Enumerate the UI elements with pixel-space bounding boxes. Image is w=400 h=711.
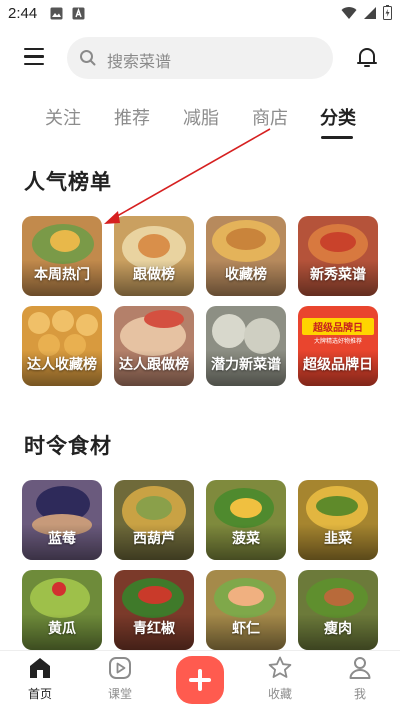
popular-tile[interactable]: 潜力新菜谱: [206, 306, 286, 386]
tile-label: 超级品牌日: [303, 357, 373, 373]
nav-home-label: 首页: [27, 687, 52, 701]
nav-me-label: 我: [353, 687, 366, 701]
tile-label: 跟做榜: [133, 267, 175, 283]
seasonal-tile[interactable]: 黄瓜: [22, 570, 102, 650]
battery-icon: [383, 5, 392, 20]
popular-tile[interactable]: 达人收藏榜: [22, 306, 102, 386]
search-input[interactable]: 搜索菜谱: [67, 37, 333, 79]
seasonal-tile[interactable]: 虾仁: [206, 570, 286, 650]
promo-banner-subtext: 大牌精选好物推荐: [313, 338, 362, 345]
tile-label: 蓝莓: [48, 531, 76, 547]
status-time: 2:44: [8, 5, 38, 22]
popular-tile[interactable]: 本周热门: [22, 216, 102, 296]
category-tabs: 关注 推荐 减脂 商店 分类: [0, 100, 400, 140]
app-notification-icon: [72, 7, 85, 20]
seasonal-tile[interactable]: 瘦肉: [298, 570, 378, 650]
popular-tile[interactable]: 超级品牌日 大牌精选好物推荐 超级品牌日: [298, 306, 378, 386]
tile-label: 菠菜: [232, 531, 260, 547]
seasonal-tile[interactable]: 青红椒: [114, 570, 194, 650]
nav-home[interactable]: 首页: [10, 655, 70, 702]
person-icon: [349, 657, 371, 679]
add-recipe-button[interactable]: [176, 656, 224, 704]
tile-label: 青红椒: [133, 621, 175, 637]
nav-class[interactable]: 课堂: [90, 655, 150, 702]
tile-label: 黄瓜: [48, 621, 76, 637]
tab-shop[interactable]: 商店: [252, 104, 288, 130]
seasonal-section-title: 时令食材: [24, 434, 112, 458]
nav-me[interactable]: 我: [330, 655, 390, 702]
star-icon: [268, 656, 292, 678]
tile-label: 瘦肉: [324, 621, 352, 637]
seasonal-tile[interactable]: 蓝莓: [22, 480, 102, 560]
home-icon: [30, 658, 50, 678]
popular-tile[interactable]: 新秀菜谱: [298, 216, 378, 296]
promo-banner-text: 超级品牌日: [302, 318, 374, 335]
tile-label: 达人跟做榜: [119, 357, 189, 373]
tile-label: 虾仁: [232, 621, 260, 637]
popular-section-title: 人气榜单: [24, 170, 112, 194]
tile-label: 西葫芦: [133, 531, 175, 547]
search-placeholder: 搜索菜谱: [107, 52, 172, 71]
tile-label: 韭菜: [324, 531, 352, 547]
play-icon: [109, 657, 131, 679]
nav-favorite-label: 收藏: [267, 687, 292, 701]
nav-class-label: 课堂: [107, 687, 132, 701]
popular-tile[interactable]: 达人跟做榜: [114, 306, 194, 386]
popular-tile[interactable]: 收藏榜: [206, 216, 286, 296]
tile-label: 新秀菜谱: [310, 267, 366, 283]
status-bar: 2:44: [0, 0, 400, 30]
seasonal-tile[interactable]: 菠菜: [206, 480, 286, 560]
signal-icon: [364, 6, 376, 19]
wifi-icon: [341, 6, 357, 19]
tab-diet[interactable]: 减脂: [183, 104, 219, 130]
active-tab-indicator: [321, 136, 353, 139]
popular-tile[interactable]: 跟做榜: [114, 216, 194, 296]
seasonal-tile[interactable]: 韭菜: [298, 480, 378, 560]
tile-label: 达人收藏榜: [27, 357, 97, 373]
tile-label: 潜力新菜谱: [211, 357, 281, 373]
tab-follow[interactable]: 关注: [45, 104, 81, 130]
bell-icon[interactable]: [355, 45, 379, 69]
menu-icon[interactable]: [24, 48, 44, 66]
tile-label: 收藏榜: [225, 267, 267, 283]
image-notification-icon: [50, 7, 63, 20]
search-icon: [80, 50, 96, 66]
seasonal-tile[interactable]: 西葫芦: [114, 480, 194, 560]
tab-recommend[interactable]: 推荐: [114, 104, 150, 130]
tile-label: 本周热门: [34, 267, 90, 283]
nav-favorite[interactable]: 收藏: [250, 655, 310, 702]
tab-category[interactable]: 分类: [320, 104, 356, 130]
